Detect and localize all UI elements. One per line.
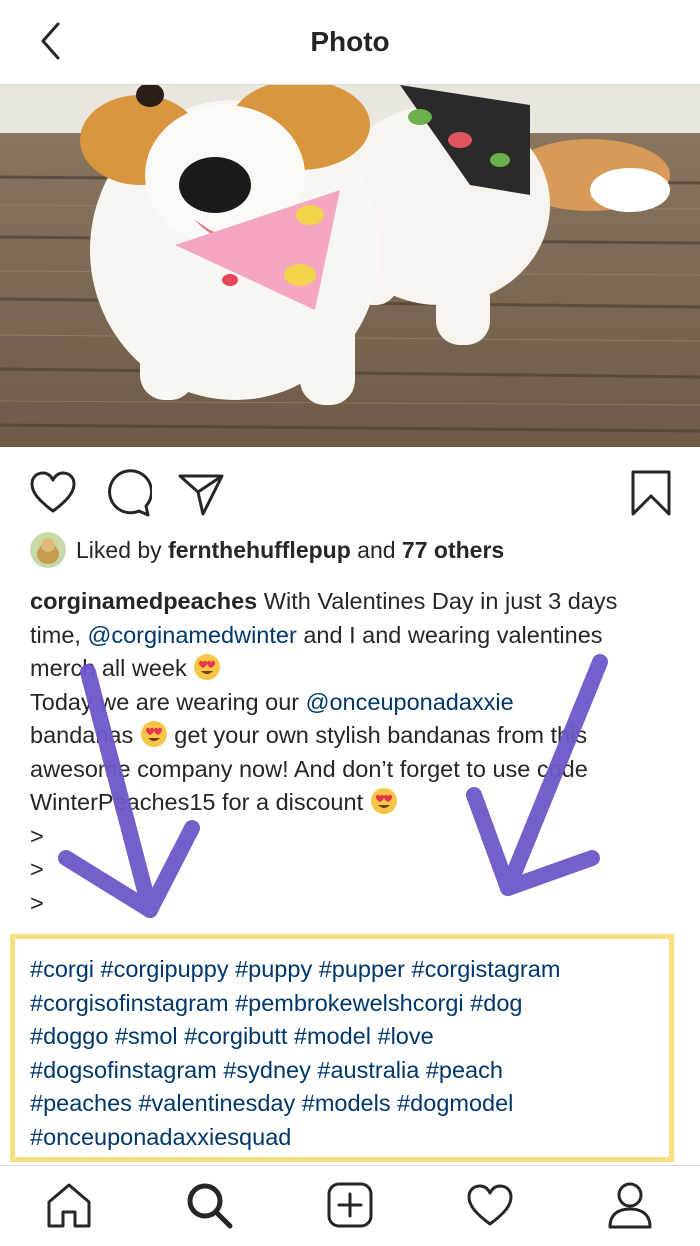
hashtag-line[interactable]: #doggo #smol #corgibutt #model #love [30,1020,670,1054]
caption-text: bandanas [30,722,140,748]
liked-by-user[interactable]: fernthehufflepup [168,537,351,564]
comment-button[interactable] [102,468,154,518]
caption-text: get your own stylish bandanas from this [167,722,588,748]
tab-home[interactable] [44,1180,94,1230]
liked-by-row[interactable]: Liked by fernthehufflepup and 77 others [30,530,504,570]
caption-text: and I and wearing valentines [296,621,603,648]
post-caption: corginamedpeaches With Valentines Day in… [30,585,680,920]
caption-gt: > [30,822,44,849]
tab-activity[interactable] [465,1180,515,1230]
bookmark-icon [631,470,671,516]
top-bar: Photo [0,0,700,85]
hashtag-line[interactable]: #corgisofinstagram #pembrokewelshcorgi #… [30,987,670,1021]
page-title: Photo [310,26,390,57]
caption-gt: > [30,889,44,916]
comment-bubble-icon [108,469,154,517]
caption-gt: > [30,856,44,882]
paper-plane-icon [178,474,224,516]
post-photo[interactable] [0,85,700,447]
liked-by-and: and [350,536,402,563]
search-icon [187,1183,233,1229]
hashtag-line[interactable]: #peaches #valentinesday #models #dogmode… [30,1087,670,1121]
tab-add[interactable] [325,1180,375,1230]
tab-profile[interactable] [605,1180,655,1230]
mention-link[interactable]: @onceuponadaxxie [306,689,514,715]
liked-by-others[interactable]: 77 others [402,537,504,564]
mention-link[interactable]: @corginamedwinter [87,622,296,648]
add-post-icon [327,1182,373,1228]
hashtag-line[interactable]: #dogsofinstagram #sydney #australia #pea… [30,1054,670,1088]
caption-text: merch all week [30,655,194,681]
caption-text: With Valentines Day in just 3 days [257,588,618,614]
heart-eyes-emoji [140,721,167,747]
caption-text: time, [30,621,88,648]
tab-search[interactable] [184,1180,234,1230]
post-actions [0,462,700,524]
share-button[interactable] [176,468,226,518]
like-button[interactable] [28,468,78,518]
avatar[interactable] [30,532,66,568]
heart-icon [467,1184,513,1226]
caption-text: Today we are wearing our [30,688,306,715]
caption-text: awesome company now! And don’t forget to… [30,755,588,782]
home-icon [47,1183,91,1228]
bottom-tab-bar [0,1165,700,1246]
heart-eyes-emoji [370,788,397,814]
hashtag-line[interactable]: #corgi #corgipuppy #puppy #pupper #corgi… [30,953,670,987]
hashtag-list: #corgi #corgipuppy #puppy #pupper #corgi… [30,953,670,1155]
caption-text: WinterPeaches15 for a discount [30,789,370,815]
hashtag-line[interactable]: #onceuponadaxxiesquad [30,1121,670,1155]
heart-icon [30,471,76,513]
heart-eyes-emoji [194,654,221,680]
save-button[interactable] [626,468,676,518]
liked-by-label: Liked by [76,536,169,563]
profile-icon [608,1182,652,1229]
caption-username[interactable]: corginamedpeaches [30,588,257,614]
